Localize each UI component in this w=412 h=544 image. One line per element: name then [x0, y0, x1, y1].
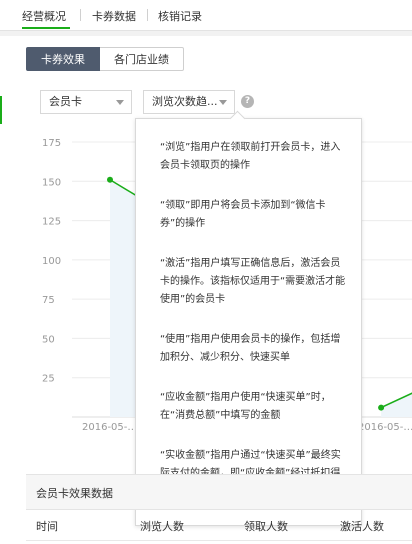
metric-help-tooltip: “浏览”指用户在领取前打开会员卡，进入会员卡领取页的操作 “领取”即用户将会员卡… [135, 110, 362, 526]
y-tick-label: 75 [42, 295, 55, 306]
tab-divider [80, 9, 81, 21]
tooltip-receivable-definition: “应收金额”指用户使用“快速买单”时，在“消费总额”中填写的金额 [160, 392, 331, 421]
tooltip-use-definition: “使用”指用户使用会员卡的操作，包括增加积分、减少积分、快速买单 [160, 334, 341, 363]
x-tick-label: 2016-05-… [82, 422, 137, 433]
table-header: 时间 浏览人数 领取人数 激活人数 [26, 510, 412, 541]
tooltip-receive-definition: “领取”即用户将会员卡添加到“微信卡券”的操作 [160, 200, 326, 229]
chevron-down-icon [219, 100, 227, 105]
metric-value: 浏览次数趋... [152, 95, 218, 108]
card-type-value: 会员卡 [49, 95, 82, 108]
store-performance-button[interactable]: 各门店业绩 [100, 47, 184, 71]
data-point [378, 404, 385, 411]
column-header-receives: 领取人数 [244, 520, 288, 533]
tab-overview[interactable]: 经营概况 [22, 8, 66, 24]
tooltip-browse-definition: “浏览”指用户在领取前打开会员卡，进入会员卡领取页的操作 [160, 142, 341, 171]
table-title-bar: 会员卡效果数据 [26, 474, 412, 510]
side-accent-bar [0, 96, 2, 124]
chevron-down-icon [116, 100, 124, 105]
card-effect-button[interactable]: 卡券效果 [26, 47, 100, 71]
column-header-views: 浏览人数 [140, 520, 184, 533]
column-header-time: 时间 [36, 520, 58, 533]
data-point [107, 176, 113, 183]
tab-divider [147, 9, 148, 21]
y-tick-label: 100 [42, 256, 61, 267]
y-tick-label: 50 [42, 334, 55, 345]
x-tick-label: 2016-05-… [358, 422, 412, 433]
tooltip-activate-definition: “激活”指用户填写正确信息后，激活会员卡的操作。该指标仅适用于“需要激活才能使用… [160, 258, 346, 305]
view-toggle: 卡券效果 各门店业绩 [26, 47, 184, 71]
column-header-activations: 激活人数 [340, 520, 384, 533]
metric-select[interactable]: 浏览次数趋... [143, 90, 235, 114]
help-icon[interactable]: ? [241, 95, 254, 108]
card-type-select[interactable]: 会员卡 [40, 90, 132, 114]
y-tick-label: 150 [42, 177, 61, 188]
y-tick-label: 175 [42, 138, 61, 149]
y-tick-label: 125 [42, 217, 61, 228]
active-tab-indicator [22, 27, 70, 29]
table-title: 会员卡效果数据 [36, 487, 113, 500]
top-navigation: 经营概况 卡券数据 核销记录 [0, 0, 412, 31]
y-tick-label: 25 [42, 374, 55, 385]
tab-card-data[interactable]: 卡券数据 [92, 8, 136, 24]
tab-redemption-records[interactable]: 核销记录 [158, 8, 202, 24]
